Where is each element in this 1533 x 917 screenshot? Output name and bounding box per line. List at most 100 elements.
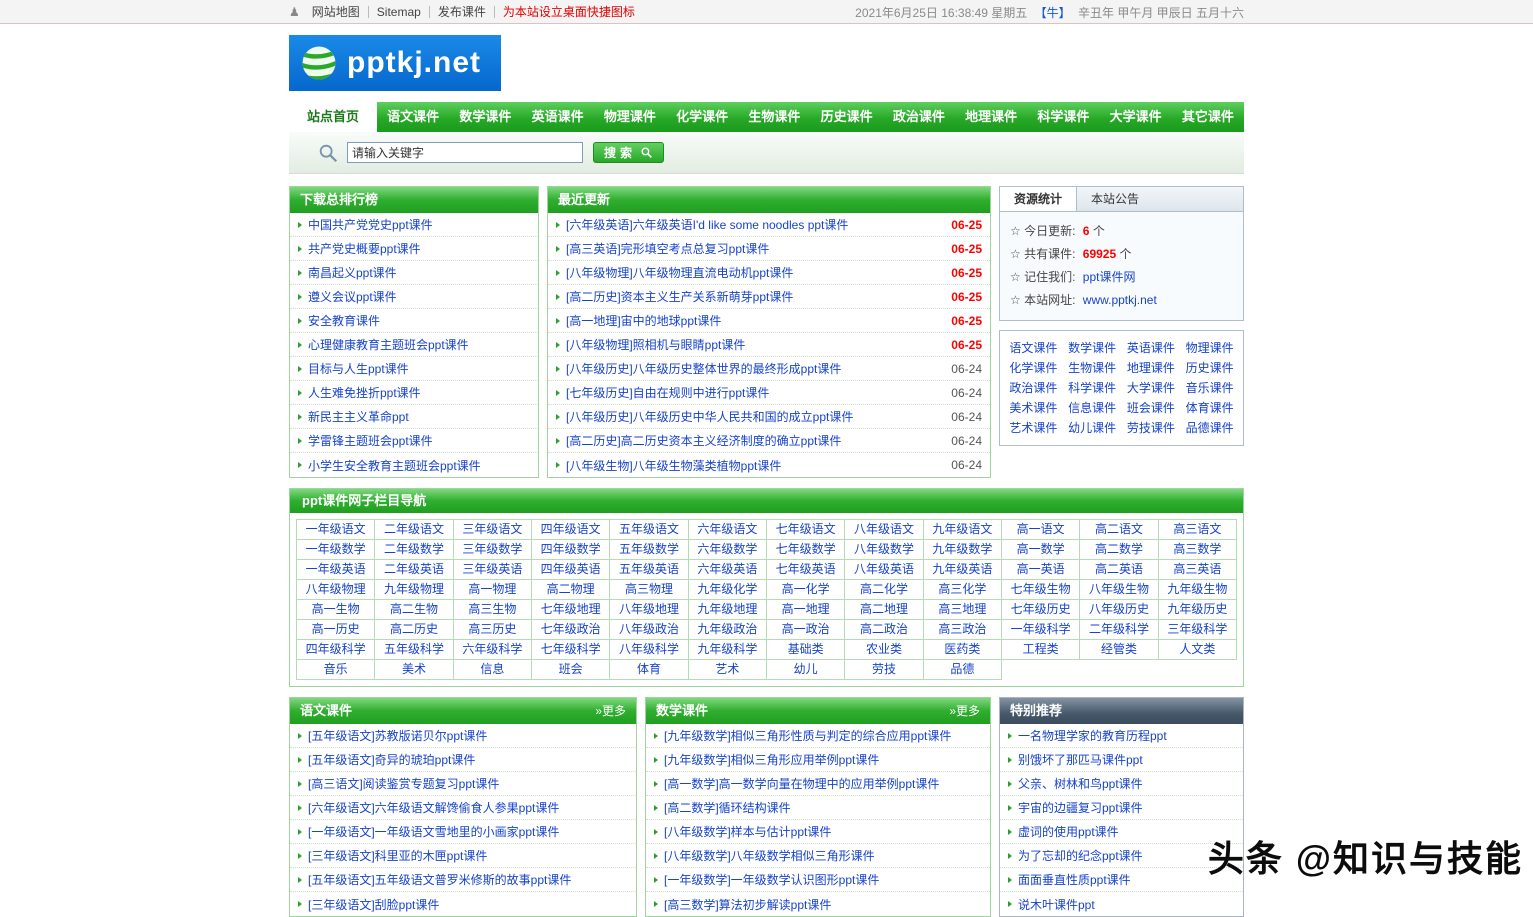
subnav-link[interactable]: 幼儿 [767, 660, 846, 680]
nav-item[interactable]: 大学课件 [1100, 102, 1172, 132]
subnav-link[interactable]: 高三历史 [453, 620, 532, 640]
subnav-link[interactable]: 七年级政治 [532, 620, 611, 640]
sitemap-cn-link[interactable]: 网站地图 [304, 6, 369, 18]
recent-item-link[interactable]: [高二历史]高二历史资本主义经济制度的确立ppt课件 [566, 432, 942, 449]
ranking-item-link[interactable]: 目标与人生ppt课件 [308, 360, 530, 377]
site-logo[interactable]: pptkj.net [289, 35, 501, 91]
subnav-link[interactable]: 高三英语 [1158, 560, 1237, 580]
ranking-item-link[interactable]: 人生难免挫折ppt课件 [308, 384, 530, 401]
subnav-link[interactable]: 基础类 [767, 640, 846, 660]
subnav-link[interactable]: 九年级生物 [1158, 580, 1237, 600]
math-more-link[interactable]: »更多 [949, 698, 980, 724]
subnav-link[interactable]: 九年级英语 [923, 560, 1002, 580]
chinese-item-link[interactable]: [高三语文]阅读鉴赏专题复习ppt课件 [308, 775, 628, 792]
ranking-item-link[interactable]: 共产党史概要ppt课件 [308, 240, 530, 257]
chinese-item-link[interactable]: [三年级语文]刮脸ppt课件 [308, 896, 628, 913]
chinese-more-link[interactable]: »更多 [595, 698, 626, 724]
nav-home-tab[interactable]: 站点首页 [289, 102, 378, 132]
recent-item-link[interactable]: [七年级历史]自由在规则中进行ppt课件 [566, 384, 942, 401]
subnav-link[interactable]: 八年级历史 [1080, 600, 1159, 620]
nav-item[interactable]: 物理课件 [594, 102, 666, 132]
subnav-link[interactable]: 高二物理 [532, 580, 611, 600]
subnav-link[interactable]: 高三语文 [1158, 520, 1237, 540]
quick-link[interactable]: 政治课件 [1004, 378, 1063, 398]
subnav-link[interactable]: 艺术 [688, 660, 767, 680]
subnav-link[interactable]: 二年级英语 [375, 560, 454, 580]
math-item-link[interactable]: [高二数学]循环结构课件 [664, 799, 982, 816]
nav-item[interactable]: 英语课件 [522, 102, 594, 132]
subnav-link[interactable]: 高二数学 [1080, 540, 1159, 560]
subnav-link[interactable]: 高二英语 [1080, 560, 1159, 580]
math-item-link[interactable]: [八年级数学]样本与估计ppt课件 [664, 823, 982, 840]
quick-link[interactable]: 语文课件 [1004, 338, 1063, 358]
subnav-link[interactable]: 三年级数学 [453, 540, 532, 560]
subnav-link[interactable]: 七年级地理 [532, 600, 611, 620]
subnav-link[interactable]: 八年级科学 [610, 640, 689, 660]
math-item-link[interactable]: [八年级数学]八年级数学相似三角形课件 [664, 847, 982, 864]
subnav-link[interactable]: 高一生物 [297, 600, 376, 620]
ranking-item-link[interactable]: 小学生安全教育主题班会ppt课件 [308, 457, 530, 474]
quick-link[interactable]: 艺术课件 [1004, 418, 1063, 438]
subnav-link[interactable]: 九年级政治 [688, 620, 767, 640]
quick-link[interactable]: 地理课件 [1122, 358, 1181, 378]
nav-item[interactable]: 其它课件 [1172, 102, 1244, 132]
nav-item[interactable]: 历史课件 [811, 102, 883, 132]
quick-link[interactable]: 大学课件 [1122, 378, 1181, 398]
subnav-link[interactable]: 八年级物理 [297, 580, 376, 600]
subnav-link[interactable]: 高三物理 [610, 580, 689, 600]
math-item-link[interactable]: [九年级数学]相似三角形应用举例ppt课件 [664, 751, 982, 768]
subnav-link[interactable]: 九年级语文 [923, 520, 1002, 540]
chinese-item-link[interactable]: [一年级语文]一年级语文雪地里的小画家ppt课件 [308, 823, 628, 840]
math-item-link[interactable]: [一年级数学]一年级数学认识图形ppt课件 [664, 871, 982, 888]
subnav-link[interactable]: 四年级英语 [532, 560, 611, 580]
subnav-link[interactable]: 三年级语文 [453, 520, 532, 540]
subnav-link[interactable]: 八年级政治 [610, 620, 689, 640]
featured-item-link[interactable]: 为了忘却的纪念ppt课件 [1018, 847, 1235, 864]
subnav-link[interactable]: 二年级语文 [375, 520, 454, 540]
subnav-link[interactable]: 六年级英语 [688, 560, 767, 580]
subnav-link[interactable]: 农业类 [845, 640, 924, 660]
quick-link[interactable]: 信息课件 [1063, 398, 1122, 418]
subnav-link[interactable]: 高三化学 [923, 580, 1002, 600]
math-item-link[interactable]: [高一数学]高一数学向量在物理中的应用举例ppt课件 [664, 775, 982, 792]
stats-value[interactable]: ppt课件网 [1083, 270, 1136, 284]
featured-item-link[interactable]: 面面垂直性质ppt课件 [1018, 871, 1235, 888]
subnav-link[interactable]: 高一地理 [767, 600, 846, 620]
quick-link[interactable]: 班会课件 [1122, 398, 1181, 418]
quick-link[interactable]: 幼儿课件 [1063, 418, 1122, 438]
subnav-link[interactable]: 高一化学 [767, 580, 846, 600]
recent-item-link[interactable]: [八年级物理]八年级物理直流电动机ppt课件 [566, 264, 942, 281]
chinese-item-link[interactable]: [五年级语文]苏教版诺贝尔ppt课件 [308, 727, 628, 744]
subnav-link[interactable]: 音乐 [297, 660, 376, 680]
subnav-link[interactable]: 高二化学 [845, 580, 924, 600]
subnav-link[interactable]: 美术 [375, 660, 454, 680]
search-input[interactable] [347, 142, 583, 163]
quick-link[interactable]: 数学课件 [1063, 338, 1122, 358]
desktop-shortcut-link[interactable]: 为本站设立桌面快捷图标 [495, 6, 643, 18]
subnav-link[interactable]: 五年级语文 [610, 520, 689, 540]
recent-item-link[interactable]: [高二历史]资本主义生产关系新萌芽ppt课件 [566, 288, 942, 305]
subnav-link[interactable]: 二年级数学 [375, 540, 454, 560]
recent-item-link[interactable]: [六年级英语]六年级英语I'd like some noodles ppt课件 [566, 216, 942, 233]
subnav-link[interactable]: 高一数学 [1002, 540, 1081, 560]
quick-link[interactable]: 物理课件 [1180, 338, 1239, 358]
subnav-link[interactable]: 四年级数学 [532, 540, 611, 560]
subnav-link[interactable]: 工程类 [1002, 640, 1081, 660]
ranking-item-link[interactable]: 中国共产党党史ppt课件 [308, 216, 530, 233]
stats-value[interactable]: www.pptkj.net [1083, 293, 1157, 307]
ranking-item-link[interactable]: 安全教育课件 [308, 312, 530, 329]
subnav-link[interactable]: 品德 [923, 660, 1002, 680]
featured-item-link[interactable]: 父亲、树林和鸟ppt课件 [1018, 775, 1235, 792]
subnav-link[interactable]: 三年级英语 [453, 560, 532, 580]
recent-item-link[interactable]: [高三英语]完形填空考点总复习ppt课件 [566, 240, 942, 257]
quick-link[interactable]: 体育课件 [1180, 398, 1239, 418]
subnav-link[interactable]: 一年级科学 [1002, 620, 1081, 640]
chinese-item-link[interactable]: [五年级语文]五年级语文普罗米修斯的故事ppt课件 [308, 871, 628, 888]
subnav-link[interactable]: 四年级科学 [297, 640, 376, 660]
tab-resource-stats[interactable]: 资源统计 [1000, 187, 1078, 211]
recent-item-link[interactable]: [八年级物理]照相机与眼睛ppt课件 [566, 336, 942, 353]
featured-item-link[interactable]: 宇宙的边疆复习ppt课件 [1018, 799, 1235, 816]
subnav-link[interactable]: 七年级英语 [767, 560, 846, 580]
subnav-link[interactable]: 九年级物理 [375, 580, 454, 600]
math-item-link[interactable]: [高三数学]算法初步解读ppt课件 [664, 896, 982, 913]
